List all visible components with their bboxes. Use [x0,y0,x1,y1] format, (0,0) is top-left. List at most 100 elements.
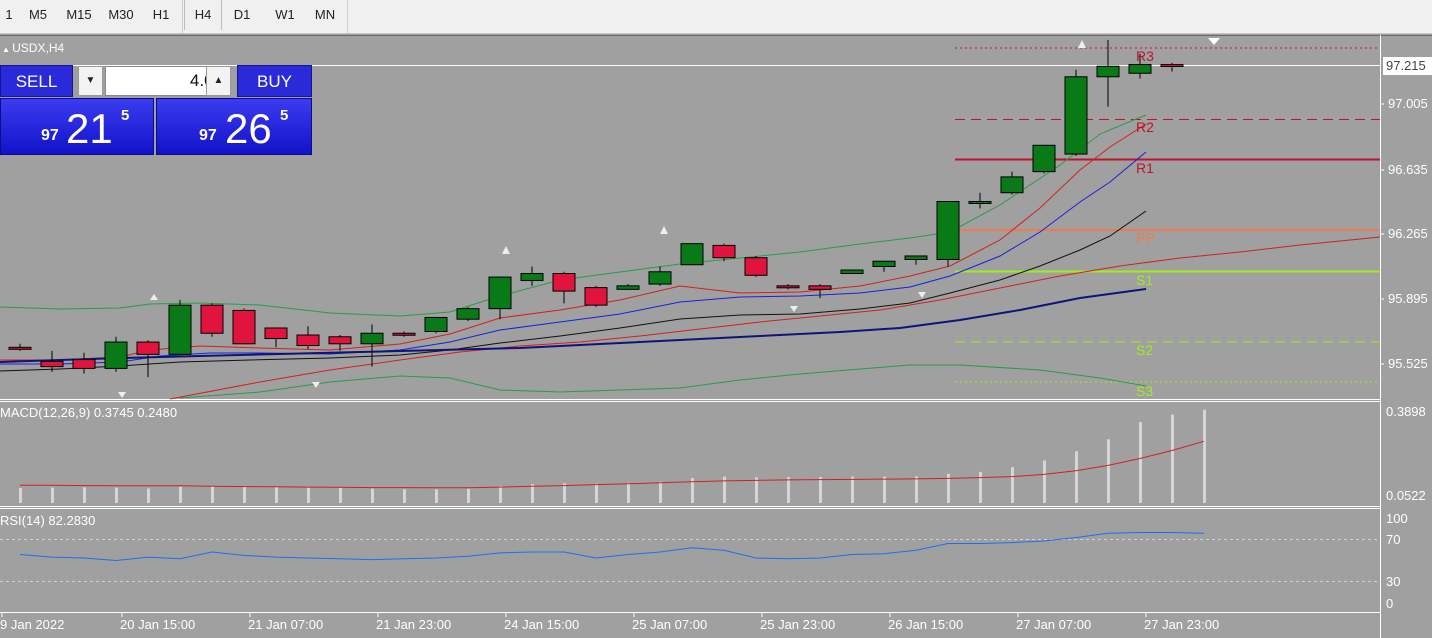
macd-bar [563,483,566,503]
macd-bar [147,488,150,503]
lot-increase-button[interactable]: ▲ [206,66,231,96]
rsi-axis-100: 100 [1386,511,1408,526]
candle-bear [328,336,352,345]
candle-bull [648,271,672,285]
one-click-trading-panel: SELL ▼ 4.00 ▲ BUY 97 21 5 97 26 5 [0,65,312,155]
rsi-indicator-label: RSI(14) 82.2830 [0,513,96,528]
candle-bull [904,255,928,260]
macd-bar [51,487,54,503]
candle-bear [136,341,160,355]
macd-bar [275,487,278,503]
pivot-label-r1: R1 [1136,160,1154,176]
macd-bar [787,477,790,503]
candle-bear [392,332,416,336]
macd-bar [819,477,822,503]
candle-bear [232,309,256,345]
candle-bull [168,304,192,355]
candle-bear [40,360,64,368]
rsi-axis-0: 0 [1386,596,1394,611]
buy-price-big-figure: 97 [199,127,217,144]
buy-button[interactable]: BUY [237,65,312,97]
candle-bull [424,316,448,333]
pivot-label-r3: R3 [1136,48,1154,64]
macd-bar [243,486,246,503]
pivot-label-s1: S1 [1136,272,1154,288]
macd-bar [403,489,406,503]
pivot-label-s3: S3 [1136,383,1154,399]
time-axis-label: 24 Jan 15:00 [504,617,580,632]
candle-bear [776,285,800,289]
price-axis-label: 96.635 [1388,162,1428,177]
buy-price-display[interactable]: 97 26 5 [156,98,312,155]
macd-bar [595,483,598,503]
macd-bar [1011,467,1014,503]
time-axis-label: 26 Jan 15:00 [888,617,964,632]
candle-bear [712,244,736,259]
macd-bar [339,488,342,503]
macd-indicator-label: MACD(12,26,9) 0.3745 0.2480 [0,405,178,420]
macd-bar [883,476,886,503]
price-axis-label: 97.005 [1388,96,1428,111]
macd-bar [83,487,86,503]
macd-bar [307,487,310,503]
candle-bull [1128,63,1152,74]
macd-bar [659,481,662,503]
candle-bull [680,243,704,266]
time-axis-label: 21 Jan 23:00 [376,617,452,632]
candle-bull [456,308,480,320]
candle-bull [968,201,992,204]
sell-price-pips: 21 [66,105,113,152]
macd-bar [979,471,982,503]
price-axis-label: 95.895 [1388,291,1428,306]
lot-decrease-button[interactable]: ▼ [78,66,103,96]
macd-bar [1139,422,1142,503]
sell-button[interactable]: SELL [0,65,73,97]
price-axis-label: 95.525 [1388,356,1428,371]
time-axis-label: 9 Jan 2022 [0,617,65,632]
price-axis-label: 96.265 [1388,226,1428,241]
macd-bar [851,476,854,503]
time-axis-label: 27 Jan 23:00 [1144,617,1220,632]
candle-bull [1064,76,1088,155]
candle-bear [808,285,832,290]
macd-bar [755,477,758,503]
rsi-axis-30: 30 [1386,574,1401,589]
candle-bull [520,273,544,282]
chart-title: ▲ USDX,H4 [2,41,64,55]
macd-bar [211,486,214,503]
current-price-label: 97.215 [1383,57,1432,75]
candle-bear [8,346,32,350]
candle-bull [488,276,512,310]
macd-bar [531,484,534,503]
macd-bar [499,486,502,503]
time-axis-label: 20 Jan 15:00 [120,617,196,632]
candle-bull [1032,144,1056,173]
candle-bear [552,273,576,292]
candle-bull [1096,65,1120,78]
macd-bar [1107,439,1110,503]
triangle-down-icon: ▼ [85,75,96,86]
time-axis-label: 25 Jan 23:00 [760,617,836,632]
candle-bear [200,304,224,334]
macd-bar [115,487,118,503]
candle-bull [104,341,128,369]
sell-price-display[interactable]: 97 21 5 [0,98,154,155]
sell-price-pipette: 5 [121,107,130,124]
pivot-label-s2: S2 [1136,342,1154,358]
triangle-up-icon: ▲ [2,45,13,54]
time-axis-label: 21 Jan 07:00 [248,617,324,632]
macd-bar [1203,409,1206,503]
pivot-label-pp: PP [1136,230,1155,246]
macd-bar [371,488,374,503]
candle-bull [1000,176,1024,194]
symbol-title: USDX,H4 [12,41,65,55]
macd-bar [1171,414,1174,503]
macd-axis-bottom: 0.0522 [1386,488,1426,503]
sell-price-big-figure: 97 [41,127,59,144]
candle-bull [872,260,896,268]
candle-bear [744,257,768,276]
candle-bear [72,359,96,369]
macd-bar [467,488,470,503]
candle-bull [936,201,960,260]
macd-histogram [19,409,1206,503]
